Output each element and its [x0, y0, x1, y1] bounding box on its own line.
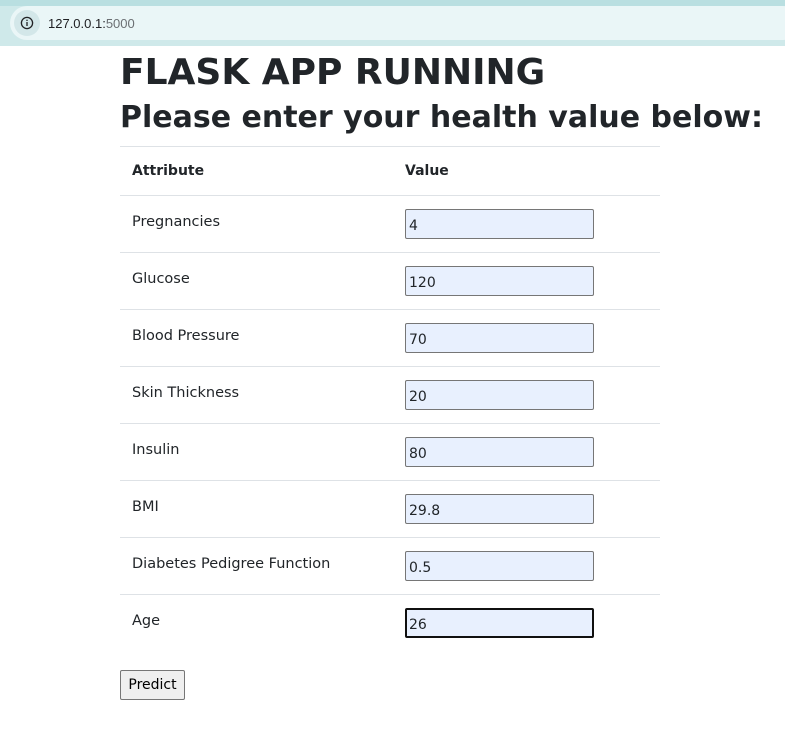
diabetes-pedigree-function-input[interactable] [405, 551, 594, 581]
insulin-input[interactable] [405, 437, 594, 467]
url-host: 127.0.0.1: [48, 15, 106, 31]
value-cell [393, 537, 660, 595]
predict-button[interactable]: Predict [120, 670, 185, 700]
blood-pressure-input[interactable] [405, 323, 594, 353]
address-bar[interactable]: 127.0.0.1:5000 [10, 6, 785, 40]
value-cell [393, 195, 660, 253]
table-row: Skin Thickness [120, 366, 660, 424]
page-subtitle: Please enter your health value below: [120, 100, 763, 135]
table-row: BMI [120, 480, 660, 538]
table-row: Blood Pressure [120, 309, 660, 367]
health-values-table: Attribute Value Pregnancies Glucose Bloo… [120, 146, 660, 652]
table-header-row: Attribute Value [120, 146, 660, 196]
glucose-label: Glucose [120, 252, 393, 310]
pregnancies-label: Pregnancies [120, 195, 393, 253]
value-cell [393, 480, 660, 538]
skin-thickness-input[interactable] [405, 380, 594, 410]
table-row: Diabetes Pedigree Function [120, 537, 660, 595]
bmi-label: BMI [120, 480, 393, 538]
age-input[interactable] [405, 608, 594, 639]
diabetes-pedigree-function-label: Diabetes Pedigree Function [120, 537, 393, 595]
browser-toolbar: 127.0.0.1:5000 [0, 0, 785, 46]
glucose-input[interactable] [405, 266, 594, 296]
value-cell [393, 423, 660, 481]
insulin-label: Insulin [120, 423, 393, 481]
blood-pressure-label: Blood Pressure [120, 309, 393, 367]
url-port: 5000 [105, 15, 135, 31]
value-cell [393, 252, 660, 310]
attribute-column-header: Attribute [120, 146, 393, 196]
value-cell [393, 595, 660, 652]
value-cell [393, 309, 660, 367]
page-title: FLASK APP RUNNING [120, 52, 546, 93]
table-row: Pregnancies [120, 195, 660, 253]
bmi-input[interactable] [405, 494, 594, 524]
pregnancies-input[interactable] [405, 209, 594, 239]
info-icon[interactable] [14, 10, 40, 36]
table-row: Glucose [120, 252, 660, 310]
url-text[interactable]: 127.0.0.1:5000 [48, 16, 135, 31]
skin-thickness-label: Skin Thickness [120, 366, 393, 424]
value-column-header: Value [393, 146, 660, 196]
main-container: FLASK APP RUNNING Please enter your heal… [120, 50, 763, 652]
value-cell [393, 366, 660, 424]
age-label: Age [132, 613, 161, 630]
table-row: Insulin [120, 423, 660, 481]
table-row: Age [120, 595, 660, 652]
